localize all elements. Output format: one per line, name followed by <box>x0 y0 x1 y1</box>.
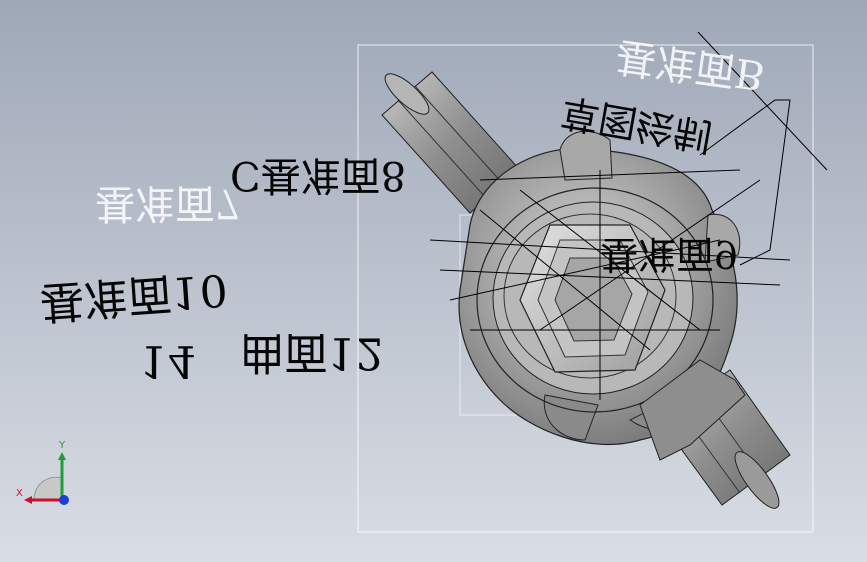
plane-label-7: 基准面7 <box>95 180 241 226</box>
plane-label-10: 基准面10 <box>38 263 230 328</box>
graphics-viewport[interactable]: 基准面B 基准面7 草图绘制 C基准面8 基准面9 基准面10 曲面12 14 … <box>0 0 867 562</box>
surface-label-12: 曲面12 <box>240 327 384 378</box>
surface-label-14: 14 <box>140 335 196 386</box>
coordinate-triad[interactable]: Y X <box>14 440 84 510</box>
plane-label-8: C基准面8 <box>230 152 407 198</box>
axis-y-label: Y <box>59 440 66 451</box>
axis-x-label: X <box>16 488 23 499</box>
plane-label-9: 基准面9 <box>600 232 739 276</box>
triad-graphic <box>24 452 69 505</box>
